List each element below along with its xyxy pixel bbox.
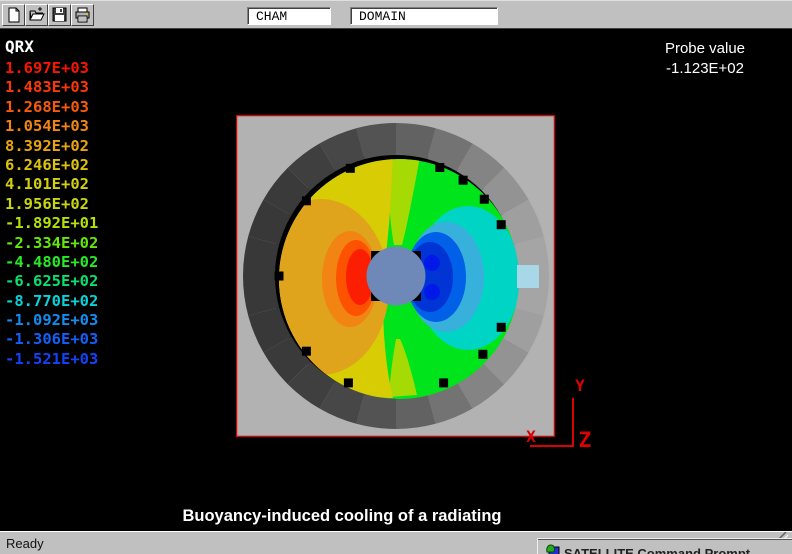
plot-caption: Buoyancy-induced cooling of a radiating [0,507,684,526]
new-document-icon [6,7,22,23]
legend-entry: 6.246E+02 [5,156,98,175]
x-axis-label: X [526,427,536,446]
legend-entry: -1.306E+03 [5,330,98,349]
legend-entry: -1.521E+03 [5,350,98,369]
ring-notch [344,378,353,387]
open-folder-icon [29,7,45,23]
legend-entry: -6.625E+02 [5,272,98,291]
probe-label: Probe value [640,39,770,59]
contour-plot[interactable] [236,115,555,437]
ring-notch [275,272,284,281]
toolbar: CHAM DOMAIN [0,0,792,29]
probe-readout: Probe value -1.123E+02 [640,39,770,79]
ring-notch [439,378,448,387]
contour-legend: QRX 1.697E+031.483E+031.268E+031.054E+03… [5,37,98,369]
printer-icon [75,7,91,23]
axis-indicator: Y X Z [515,370,600,455]
phoenics-viewer-window: CHAM DOMAIN QRX 1.697E+031.483E+031.268E… [0,0,792,554]
background-window-satellite-prompt[interactable]: SATELLITE Command Prompt [537,538,792,554]
domain-field[interactable]: DOMAIN [350,7,498,25]
print-button[interactable] [71,4,94,26]
legend-entry: 1.483E+03 [5,78,98,97]
legend-entry: 1.054E+03 [5,117,98,136]
ring-notch [497,323,506,332]
legend-entry: -1.092E+03 [5,311,98,330]
legend-entry: -8.770E+02 [5,292,98,311]
legend-entry: 1.697E+03 [5,59,98,78]
inner-cylinder [367,247,426,306]
ring-notch [302,347,311,356]
ring-notch [346,164,355,173]
cham-field[interactable]: CHAM [247,7,331,25]
legend-entry: 4.101E+02 [5,175,98,194]
legend-variable-name: QRX [5,37,98,56]
monitor-cell-patch [517,265,539,288]
band-darkest-blue-lower [424,284,440,300]
ring-notch [497,220,506,229]
legend-value-list: 1.697E+031.483E+031.268E+031.054E+038.39… [5,59,98,369]
y-axis-label: Y [575,376,585,395]
legend-entry: -4.480E+02 [5,253,98,272]
z-axis-label: Z [579,428,592,452]
save-button[interactable] [48,4,71,26]
new-file-button[interactable] [2,4,25,26]
ms-dos-icon [546,544,560,554]
band-darkest-blue-upper [424,255,440,271]
graphics-canvas[interactable]: QRX 1.697E+031.483E+031.268E+031.054E+03… [0,29,792,531]
legend-entry: 1.268E+03 [5,98,98,117]
ring-notch [435,163,444,172]
legend-entry: -1.892E+01 [5,214,98,233]
floppy-disk-icon [52,7,68,23]
ring-notch [302,196,311,205]
ring-notch [478,350,487,359]
probe-value: -1.123E+02 [640,59,770,79]
legend-entry: -2.334E+02 [5,234,98,253]
legend-entry: 1.956E+02 [5,195,98,214]
background-window-title: SATELLITE Command Prompt [564,546,750,554]
legend-entry: 8.392E+02 [5,137,98,156]
ring-notch [459,176,468,185]
ring-notch [480,195,489,204]
open-file-button[interactable] [25,4,48,26]
status-message: Ready [6,536,44,551]
